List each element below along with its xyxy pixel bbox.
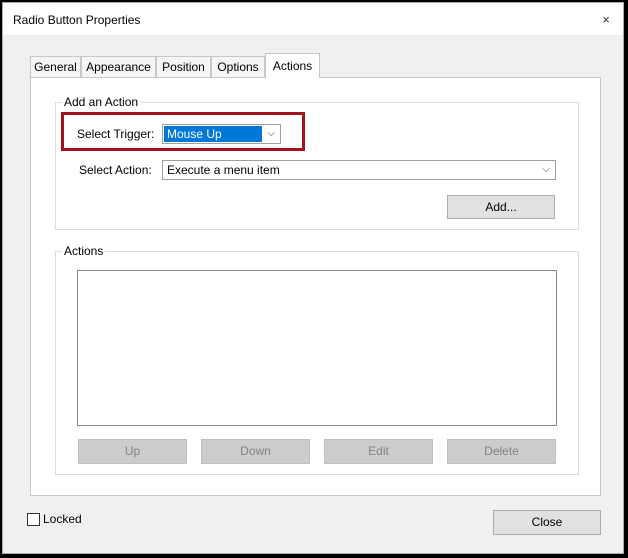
window-title: Radio Button Properties: [13, 13, 141, 27]
tab-position[interactable]: Position: [156, 56, 211, 77]
add-action-group: Add an Action Select Trigger: Mouse Up ⌵…: [55, 95, 579, 230]
select-action-dropdown[interactable]: Execute a menu item ⌵: [162, 160, 556, 180]
tab-options[interactable]: Options: [211, 56, 265, 77]
actions-group: Actions Up Down Edit Delete: [55, 244, 579, 475]
dialog-window: Radio Button Properties × General Appear…: [2, 2, 624, 554]
add-action-button[interactable]: Add...: [447, 195, 555, 219]
select-trigger-dropdown[interactable]: Mouse Up ⌵: [162, 124, 281, 144]
tab-appearance[interactable]: Appearance: [81, 56, 156, 77]
select-trigger-value: Mouse Up: [164, 126, 262, 142]
close-button[interactable]: Close: [493, 510, 601, 535]
delete-button[interactable]: Delete: [447, 439, 556, 464]
select-action-value: Execute a menu item: [167, 163, 280, 177]
chevron-down-icon: ⌵: [542, 164, 550, 175]
actions-group-label: Actions: [62, 244, 106, 258]
actions-list[interactable]: [77, 270, 557, 426]
tab-general[interactable]: General: [30, 56, 81, 77]
actions-tab-panel: Add an Action Select Trigger: Mouse Up ⌵…: [30, 77, 601, 496]
add-action-group-label: Add an Action: [62, 95, 141, 109]
up-button[interactable]: Up: [78, 439, 187, 464]
select-action-label: Select Action:: [79, 163, 152, 177]
title-bar: Radio Button Properties ×: [3, 3, 623, 35]
locked-label: Locked: [43, 512, 82, 526]
tab-actions[interactable]: Actions: [265, 53, 320, 78]
edit-button[interactable]: Edit: [324, 439, 433, 464]
select-trigger-label: Select Trigger:: [77, 127, 155, 141]
chevron-down-icon: ⌵: [267, 128, 275, 139]
down-button[interactable]: Down: [201, 439, 310, 464]
locked-checkbox[interactable]: [27, 513, 40, 526]
close-icon[interactable]: ×: [599, 13, 613, 27]
